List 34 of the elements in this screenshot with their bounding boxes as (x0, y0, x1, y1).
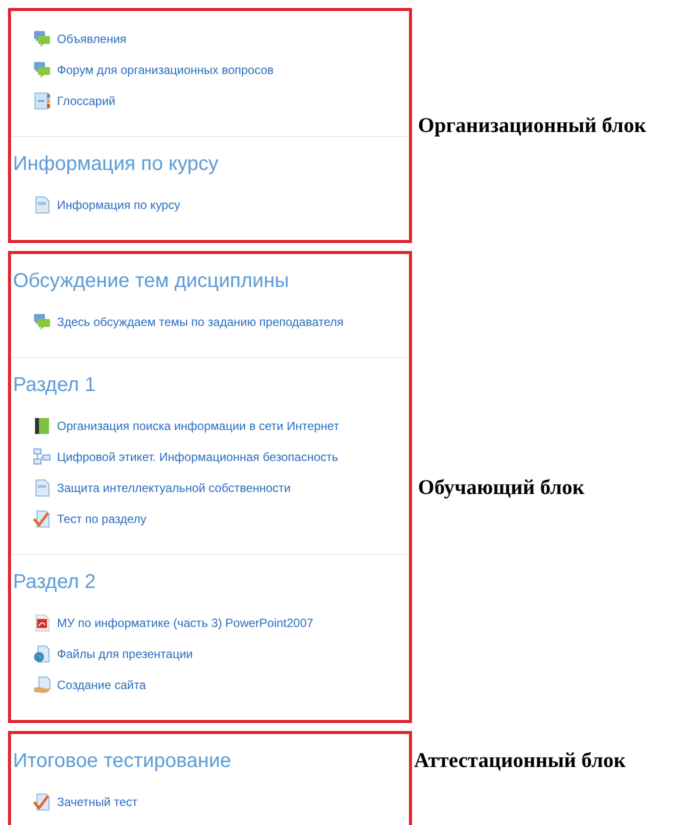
activity-link[interactable]: МУ по информатике (часть 3) PowerPoint2007 (57, 616, 314, 630)
activity-link[interactable]: Тест по разделу (57, 512, 146, 526)
activity-link[interactable]: Форум для организационных вопросов (57, 62, 274, 76)
hand-document-icon (33, 676, 51, 694)
pdf-file-icon (33, 614, 51, 632)
checkmark-document-icon (33, 510, 51, 528)
activity-link[interactable]: Защита интеллектуальной собственности (57, 480, 291, 494)
section-title: Обсуждение тем дисциплины (13, 269, 290, 294)
section-title: Раздел 1 (13, 373, 97, 398)
checkmark-document-icon (33, 792, 51, 810)
block-annotation: Обучающий блок (418, 474, 586, 500)
section-title: Информация по курсу (13, 152, 220, 177)
section-title: Раздел 2 (13, 570, 97, 595)
activity-link[interactable]: Создание сайта (57, 678, 146, 692)
document-icon (33, 478, 51, 496)
activity-link[interactable]: Файлы для презентации (57, 646, 193, 660)
chat-bubbles-icon (33, 60, 51, 78)
activity-link[interactable]: Зачетный тест (57, 794, 138, 808)
activity-link[interactable]: Организация поиска информации в сети Интернет (57, 418, 340, 432)
section-title: Итоговое тестирование (13, 749, 232, 774)
activity-link[interactable]: Цифровой этикет. Информационная безопасность (57, 450, 338, 464)
activity-link[interactable]: Глоссарий (57, 94, 116, 108)
chat-bubbles-icon (33, 30, 51, 48)
activity-link[interactable]: Информация по курсу (57, 198, 180, 212)
globe-document-icon (33, 644, 51, 662)
block-annotation: Организационный блок (418, 112, 648, 139)
block-annotation: Аттестационный блок (414, 747, 627, 774)
chat-bubbles-icon (33, 312, 51, 330)
glossary-icon (33, 92, 51, 110)
activity-link[interactable]: Здесь обсуждаем темы по заданию преподавателя (57, 314, 344, 328)
hierarchy-icon (33, 448, 51, 466)
activity-link[interactable]: Объявления (57, 32, 126, 46)
book-icon (33, 416, 51, 434)
document-icon (33, 196, 51, 214)
